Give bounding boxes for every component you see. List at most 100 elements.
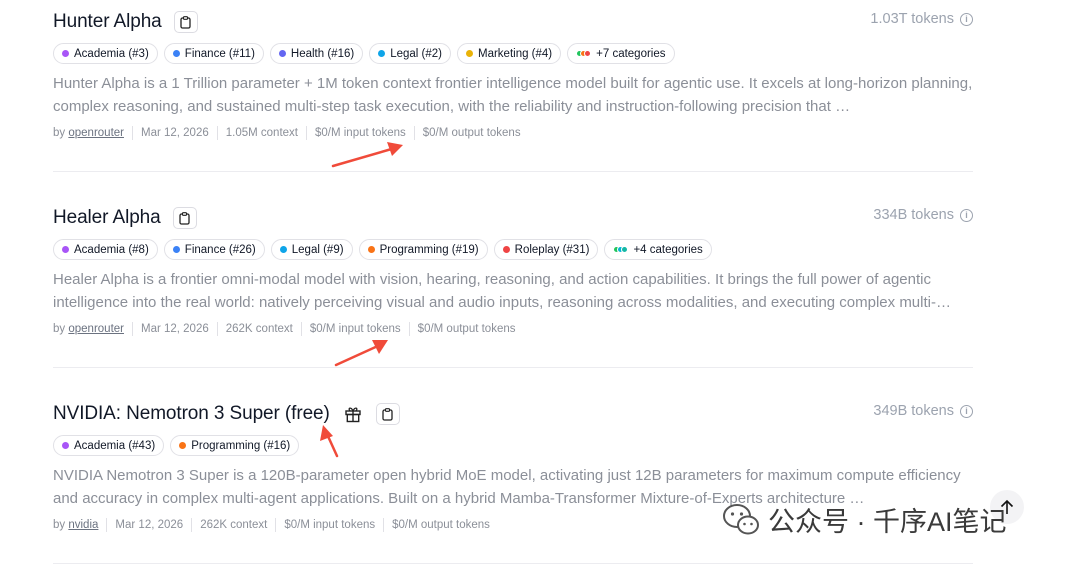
tag-label: Legal (#2) [390,47,442,60]
model-meta: by openrouter Mar 12, 2026 262K context … [53,322,523,336]
clipboard-icon [179,211,190,225]
input-price: $0/M input tokens [305,126,414,140]
category-tags: Academia (#8) Finance (#26) Legal (#9) P… [53,239,712,260]
dot-icon [367,246,375,253]
multi-dot-icon [613,246,629,253]
author-meta: by openrouter [53,126,132,140]
category-tag[interactable]: Academia (#3) [53,43,158,64]
dot-icon [172,246,180,253]
model-meta: by openrouter Mar 12, 2026 1.05M context… [53,126,529,140]
by-label: by [53,519,66,531]
tag-label: +4 categories [633,243,703,256]
token-count: 1.03T tokens i [870,11,973,27]
category-tag[interactable]: Programming (#19) [358,239,488,260]
context-length: 262K context [191,518,275,532]
tag-label: Finance (#11) [184,47,255,60]
gift-button[interactable] [342,403,364,425]
tag-label: Roleplay (#31) [514,243,590,256]
author-link[interactable]: openrouter [68,323,124,335]
multi-dot-icon [576,50,592,57]
dot-icon [279,246,287,253]
model-name-link[interactable]: Hunter Alpha [53,11,162,33]
model-name-link[interactable]: Healer Alpha [53,207,161,229]
model-card: Hunter Alpha 1.03T tokens i Academia (#3… [53,0,973,196]
tag-label: Academia (#43) [74,439,156,452]
divider [53,171,973,172]
category-tag[interactable]: Programming (#16) [170,435,300,456]
dot-icon [62,246,69,253]
title-row: Healer Alpha [53,204,197,232]
watermark-text: 公众号 · 千序AI笔记 [768,507,1007,537]
category-tag[interactable]: Health (#16) [269,43,364,64]
category-tag[interactable]: Academia (#43) [53,435,165,456]
input-price: $0/M input tokens [275,518,383,532]
author-link[interactable]: nvidia [68,519,98,531]
input-price: $0/M input tokens [300,322,409,336]
title-row: Hunter Alpha [53,8,198,36]
tag-label: Finance (#26) [184,243,256,256]
token-count-text: 349B tokens [873,403,954,419]
info-icon[interactable]: i [960,404,973,418]
tag-label: Legal (#9) [291,243,344,256]
clipboard-icon [382,407,393,421]
output-price: $0/M output tokens [413,126,529,140]
copy-button[interactable] [172,207,197,229]
divider [53,367,973,368]
context-length: 1.05M context [216,126,306,140]
token-count-text: 1.03T tokens [870,11,954,27]
date: Mar 12, 2026 [131,126,217,140]
dot-icon [378,50,386,57]
token-count: 334B tokens i [873,207,973,223]
category-tag[interactable]: Marketing (#4) [457,43,562,64]
output-price: $0/M output tokens [383,518,498,532]
token-count-text: 334B tokens [873,207,954,223]
more-categories-tag[interactable]: +7 categories [567,43,675,64]
dot-icon [62,442,69,449]
tag-label: +7 categories [596,47,666,60]
token-count: 349B tokens i [873,403,973,419]
category-tag[interactable]: Finance (#26) [163,239,265,260]
tag-label: Programming (#19) [379,243,479,256]
gift-icon [345,407,361,423]
category-tag[interactable]: Finance (#11) [163,43,264,64]
model-name-link[interactable]: NVIDIA: Nemotron 3 Super (free) [53,403,330,425]
clipboard-icon [180,15,191,29]
wechat-icon [723,503,759,534]
dot-icon [278,50,286,57]
by-label: by [53,323,66,335]
dot-icon [466,50,473,57]
tag-label: Marketing (#4) [478,47,553,60]
model-description: Hunter Alpha is a 1 Trillion parameter +… [53,75,973,115]
model-card: Healer Alpha 334B tokens i Academia (#8)… [53,196,973,392]
copy-button[interactable] [173,11,198,33]
category-tags: Academia (#3) Finance (#11) Health (#16)… [53,43,675,64]
title-row: NVIDIA: Nemotron 3 Super (free) [53,400,400,428]
author-meta: by openrouter [53,322,132,336]
dot-icon [172,50,180,57]
info-icon[interactable]: i [960,12,973,26]
info-icon[interactable]: i [960,208,973,222]
category-tags: Academia (#43) Programming (#16) [53,435,300,456]
date: Mar 12, 2026 [131,322,217,336]
tag-label: Programming (#16) [191,439,291,452]
date: Mar 12, 2026 [106,518,191,532]
category-tag[interactable]: Academia (#8) [53,239,158,260]
model-list: Hunter Alpha 1.03T tokens i Academia (#3… [53,0,973,564]
tag-label: Health (#16) [290,47,355,60]
category-tag[interactable]: Legal (#2) [369,43,451,64]
dot-icon [502,246,510,253]
copy-button[interactable] [375,403,400,425]
model-description: Healer Alpha is a frontier omni-modal mo… [53,271,951,311]
tag-label: Academia (#3) [74,47,149,60]
author-link[interactable]: openrouter [68,127,124,139]
watermark: 公众号 · 千序AI笔记 [722,500,1007,539]
dot-icon [179,442,187,449]
category-tag[interactable]: Legal (#9) [270,239,353,260]
context-length: 262K context [216,322,301,336]
tag-label: Academia (#8) [74,243,149,256]
model-meta: by nvidia Mar 12, 2026 262K context $0/M… [53,518,498,532]
category-tag[interactable]: Roleplay (#31) [493,239,599,260]
output-price: $0/M output tokens [408,322,524,336]
more-categories-tag[interactable]: +4 categories [604,239,712,260]
author-meta: by nvidia [53,518,106,532]
